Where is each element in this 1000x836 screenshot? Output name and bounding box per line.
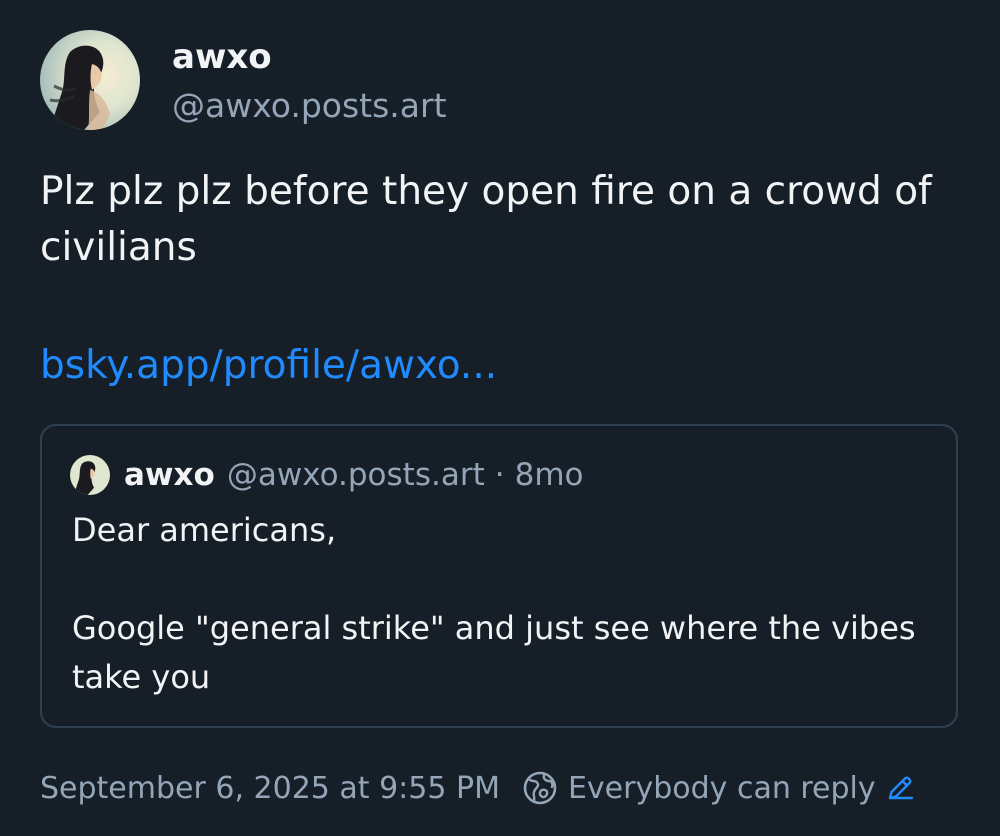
author-handle[interactable]: @awxo.posts.art: [172, 86, 447, 126]
globe-icon: [523, 771, 557, 805]
reply-settings-button[interactable]: Everybody can reply: [522, 770, 914, 806]
quoted-post-text: Dear americans, Google "general strike" …: [72, 511, 916, 696]
post-text: Plz plz plz before they open fire on a c…: [40, 169, 932, 270]
post-link[interactable]: bsky.app/profile/awxo...: [40, 338, 497, 394]
post-container: awxo @awxo.posts.art Plz plz plz before …: [0, 0, 1000, 836]
quoted-author-handle[interactable]: @awxo.posts.art: [227, 457, 485, 493]
quoted-post-header: awxo @awxo.posts.art · 8mo: [70, 452, 583, 498]
quoted-post-card[interactable]: awxo @awxo.posts.art · 8mo Dear american…: [40, 424, 958, 728]
pencil-icon: [888, 776, 913, 800]
quoted-author-avatar[interactable]: [70, 455, 110, 495]
avatar-portrait-image: [40, 30, 140, 130]
author-avatar[interactable]: [40, 30, 140, 130]
reply-setting-label: Everybody can reply: [567, 770, 876, 806]
quoted-author-name[interactable]: awxo: [124, 457, 215, 493]
author-display-name[interactable]: awxo: [172, 36, 272, 78]
post-timestamp: September 6, 2025 at 9:55 PM: [40, 770, 500, 806]
quoted-post-time: 8mo: [514, 457, 584, 493]
avatar-portrait-small: [70, 455, 110, 495]
quoted-separator: ·: [494, 457, 505, 493]
post-footer: September 6, 2025 at 9:55 PM Everybody c…: [40, 764, 914, 812]
